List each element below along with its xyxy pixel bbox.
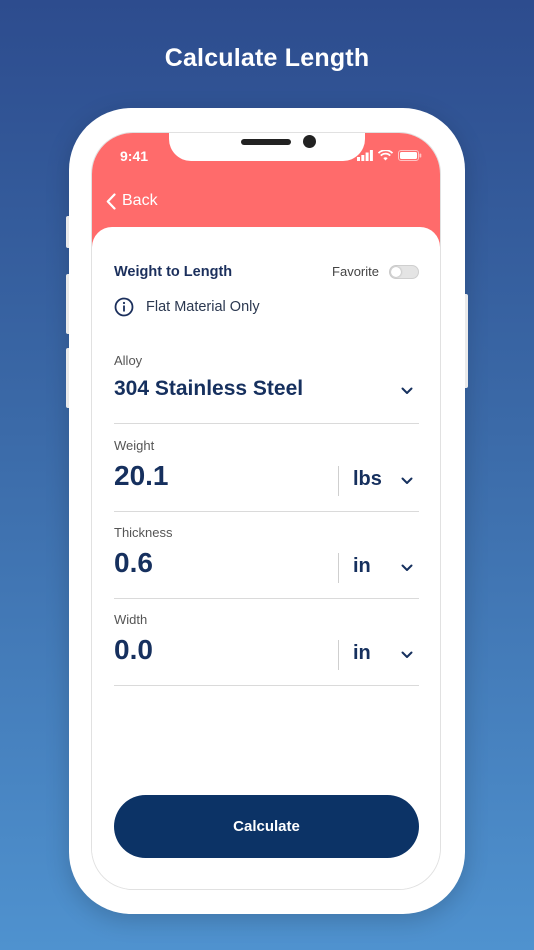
phone-notch (169, 133, 365, 161)
page-headline: Calculate Length (164, 44, 370, 72)
calculator-card: Weight to Length Favorite Flat Material … (92, 227, 440, 889)
weight-field[interactable]: Weight 20.1 lbs (114, 438, 419, 512)
back-button[interactable]: Back (106, 192, 158, 210)
thickness-field[interactable]: Thickness 0.6 in (114, 525, 419, 599)
unit-divider (338, 553, 339, 583)
favorite-toggle[interactable] (389, 265, 419, 279)
status-time: 9:41 (120, 148, 149, 164)
chevron-down-icon[interactable] (401, 564, 413, 572)
favorite-label: Favorite (332, 264, 379, 279)
camera-dot (303, 135, 316, 148)
weight-unit[interactable]: lbs (353, 468, 382, 491)
width-unit[interactable]: in (353, 642, 371, 665)
wifi-icon (378, 150, 393, 161)
calculate-button[interactable]: Calculate (114, 795, 419, 858)
card-header: Weight to Length Favorite (114, 263, 419, 283)
card-title: Weight to Length (114, 264, 233, 280)
width-field[interactable]: Width 0.0 in (114, 612, 419, 686)
phone-frame: 9:41 Back Weight to Length Favorite Flat… (69, 108, 465, 914)
status-icons (357, 150, 422, 161)
weight-label: Weight (114, 438, 155, 453)
weight-value[interactable]: 20.1 (114, 460, 169, 492)
back-label: Back (122, 192, 158, 209)
alloy-label: Alloy (114, 353, 143, 368)
alloy-value: 304 Stainless Steel (114, 377, 304, 400)
phone-screen: 9:41 Back Weight to Length Favorite Flat… (91, 132, 441, 890)
chevron-down-icon[interactable] (401, 387, 413, 395)
thickness-unit[interactable]: in (353, 555, 371, 578)
unit-divider (338, 466, 339, 496)
chevron-left-icon (106, 192, 116, 210)
speaker-grille (241, 139, 291, 145)
signal-icon (357, 150, 373, 161)
chevron-down-icon[interactable] (401, 651, 413, 659)
width-value[interactable]: 0.0 (114, 634, 153, 666)
unit-divider (338, 640, 339, 670)
info-text: Flat Material Only (146, 299, 260, 315)
thickness-value[interactable]: 0.6 (114, 547, 153, 579)
chevron-down-icon[interactable] (401, 477, 413, 485)
alloy-field[interactable]: Alloy 304 Stainless Steel (114, 353, 419, 424)
battery-icon (398, 150, 422, 161)
width-label: Width (114, 612, 148, 627)
thickness-label: Thickness (114, 525, 173, 540)
toggle-knob (391, 267, 401, 277)
info-row: Flat Material Only (114, 297, 260, 317)
info-icon (114, 297, 134, 317)
